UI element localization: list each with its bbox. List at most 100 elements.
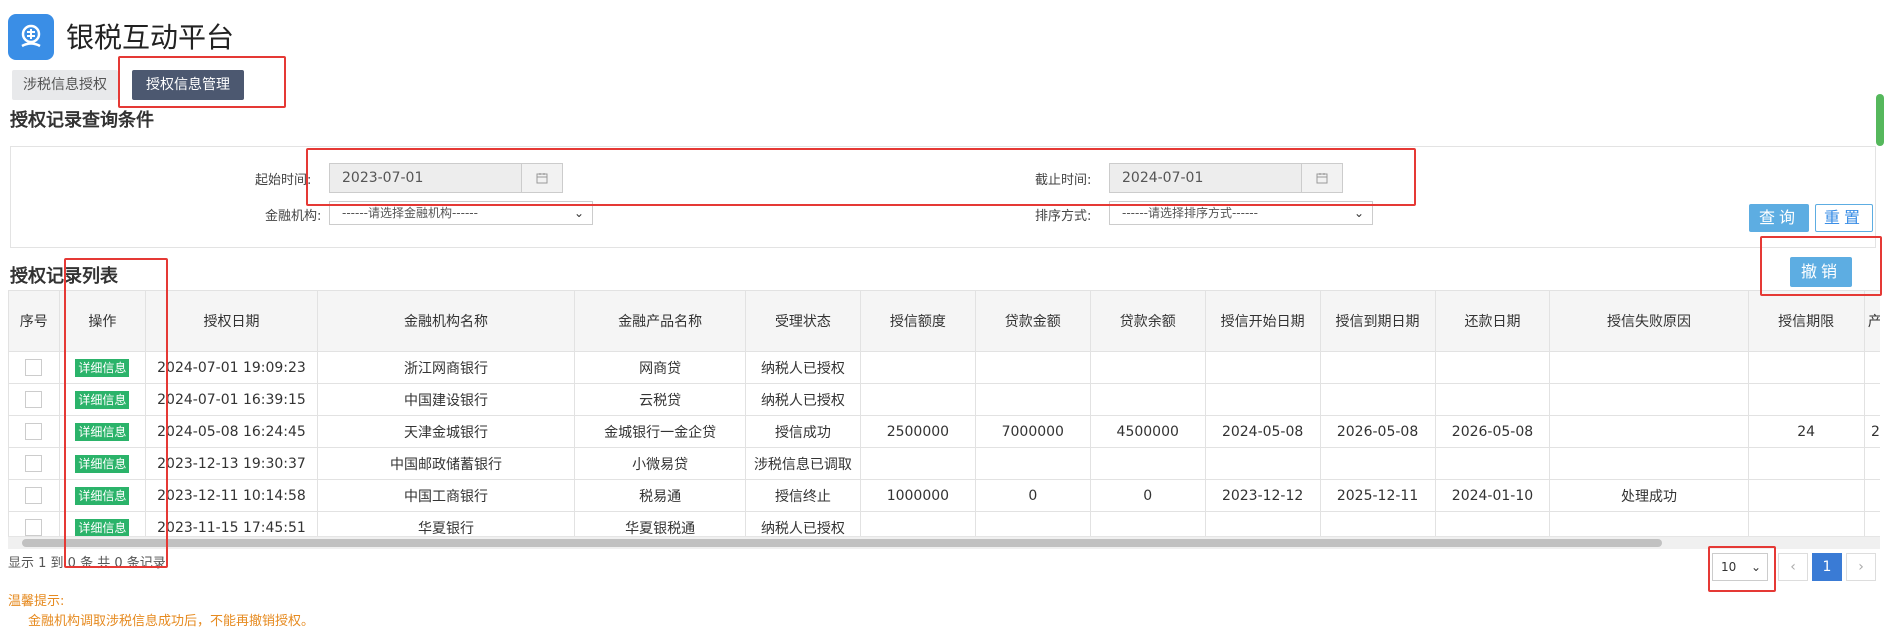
table-cell: 1000000 <box>859 479 976 512</box>
end-time-input[interactable]: 2024-07-01 <box>1109 163 1343 193</box>
table-cell: 4500000 <box>1089 415 1206 448</box>
detail-info-button[interactable]: 详细信息 <box>75 390 130 409</box>
row-checkbox[interactable] <box>25 391 43 408</box>
col-header-auth-date[interactable]: 授权日期 <box>145 290 318 352</box>
col-header-credit-start[interactable]: 授信开始日期 <box>1204 290 1321 352</box>
start-time-value: 2023-07-01 <box>342 170 424 186</box>
pagination-info: 显示 1 到 0 条 共 0 条记录 <box>8 556 166 571</box>
scrollbar-thumb[interactable] <box>1876 94 1884 146</box>
table-cell: 中国建设银行 <box>316 383 576 416</box>
table-row: 详细信息 2023-12-11 10:14:58 中国工商银行 税易通 授信终止 1000… <box>8 479 1880 512</box>
page-1-button[interactable]: 1 <box>1812 553 1842 581</box>
sort-label: 排序方式: <box>1035 209 1092 224</box>
detail-info-button[interactable]: 详细信息 <box>75 422 130 441</box>
detail-info-button[interactable]: 详细信息 <box>75 486 130 505</box>
table-cell: 天津金城银行 <box>316 415 576 448</box>
table-cell <box>1434 351 1551 384</box>
table-row: 详细信息 2024-05-08 16:24:45 天津金城银行 金城银行一金企贷 授信成… <box>8 415 1880 448</box>
table-cell: 授信成功 <box>744 415 861 448</box>
authorization-table-container: 序号 操作 授权日期 金融机构名称 金融产品名称 受理状态 授信额度 贷款金额 … <box>8 290 1880 540</box>
col-header-first-loan[interactable]: 产品首贷 <box>1863 290 1880 352</box>
tips-text: 金融机构调取涉税信息成功后，不能再撤销授权。 <box>28 614 315 629</box>
table-cell <box>859 351 976 384</box>
row-checkbox[interactable] <box>25 455 43 472</box>
col-header-credit-term[interactable]: 授信期限 <box>1747 290 1865 352</box>
list-section-title: 授权记录列表 <box>10 266 118 287</box>
row-checkbox[interactable] <box>25 519 43 536</box>
table-cell: 浙江网商银行 <box>316 351 576 384</box>
row-checkbox[interactable] <box>25 487 43 504</box>
table-cell <box>1863 479 1880 512</box>
table-cell <box>1434 447 1551 480</box>
app-title: 银税互动平台 <box>66 21 235 54</box>
scrollbar-thumb[interactable] <box>22 539 1662 547</box>
table-cell <box>859 383 976 416</box>
query-panel: 起始时间: 2023-07-01 金融机构: ------请选择金融机构----… <box>10 146 1876 248</box>
table-cell <box>1863 447 1880 480</box>
authorization-table: 序号 操作 授权日期 金融机构名称 金融产品名称 受理状态 授信额度 贷款金额 … <box>8 290 1880 540</box>
reset-button[interactable]: 重置 <box>1815 204 1873 232</box>
page-size-select[interactable]: 10 ⌄ <box>1712 553 1768 581</box>
chevron-down-icon: ⌄ <box>573 206 584 220</box>
table-cell: 2500000 <box>859 415 976 448</box>
institution-select[interactable]: ------请选择金融机构------ ⌄ <box>329 201 593 225</box>
col-header-fail-reason[interactable]: 授信失败原因 <box>1549 290 1749 352</box>
detail-info-button[interactable]: 详细信息 <box>75 518 130 537</box>
col-header-product[interactable]: 金融产品名称 <box>574 290 746 352</box>
table-cell <box>1549 383 1749 416</box>
row-checkbox[interactable] <box>25 359 43 376</box>
calendar-icon[interactable] <box>1301 164 1342 192</box>
calendar-icon[interactable] <box>521 164 562 192</box>
table-row: 详细信息 2024-07-01 19:09:23 浙江网商银行 网商贷 纳税人已授权 <box>8 351 1880 384</box>
query-section-title: 授权记录查询条件 <box>10 110 154 131</box>
search-button[interactable]: 查询 <box>1749 204 1809 232</box>
horizontal-scrollbar[interactable] <box>8 536 1880 549</box>
row-action-cell: 详细信息 <box>58 415 147 448</box>
table-cell: 中国邮政储蓄银行 <box>316 447 576 480</box>
col-header-institution[interactable]: 金融机构名称 <box>316 290 576 352</box>
table-cell <box>1319 447 1436 480</box>
detail-info-button[interactable]: 详细信息 <box>75 454 130 473</box>
table-cell: 2024-05-08 16:24:45 <box>145 415 318 448</box>
table-cell: 2024-05-08 <box>1204 415 1321 448</box>
table-cell <box>1319 383 1436 416</box>
table-cell <box>974 447 1091 480</box>
table-cell: 税易通 <box>574 479 746 512</box>
col-header-credit-end[interactable]: 授信到期日期 <box>1319 290 1436 352</box>
tab-authorization-management[interactable]: 授权信息管理 <box>132 70 244 100</box>
row-select-cell <box>8 351 60 384</box>
row-checkbox[interactable] <box>25 423 43 440</box>
table-cell: 纳税人已授权 <box>744 351 861 384</box>
table-cell <box>1863 383 1880 416</box>
table-cell: 云税贷 <box>574 383 746 416</box>
institution-label: 金融机构: <box>265 209 322 224</box>
page: 银税互动平台 涉税信息授权 授权信息管理 授权记录查询条件 起始时间: 2023… <box>0 0 1886 632</box>
vertical-scrollbar[interactable] <box>1874 90 1886 150</box>
col-header-repay-date[interactable]: 还款日期 <box>1434 290 1551 352</box>
detail-info-button[interactable]: 详细信息 <box>75 358 130 377</box>
table-cell: 2024-01-10 <box>1434 479 1551 512</box>
col-header-credit-limit[interactable]: 授信额度 <box>859 290 976 352</box>
table-cell: 2024-07-01 19:09:23 <box>145 351 318 384</box>
table-cell: 中国工商银行 <box>316 479 576 512</box>
start-time-input[interactable]: 2023-07-01 <box>329 163 563 193</box>
institution-selected: ------请选择金融机构------ <box>342 206 478 220</box>
prev-page-button[interactable]: ‹ <box>1778 553 1808 581</box>
row-action-cell: 详细信息 <box>58 351 147 384</box>
tips-title: 温馨提示: <box>8 594 65 609</box>
revoke-button[interactable]: 撤销 <box>1790 257 1852 287</box>
table-cell <box>1549 447 1749 480</box>
col-header-loan-amount[interactable]: 贷款金额 <box>974 290 1091 352</box>
chevron-down-icon: ⌄ <box>1353 206 1364 220</box>
table-cell <box>1319 351 1436 384</box>
col-header-status[interactable]: 受理状态 <box>744 290 861 352</box>
sort-selected: ------请选择排序方式------ <box>1122 206 1258 220</box>
col-header-loan-balance[interactable]: 贷款余额 <box>1089 290 1206 352</box>
next-page-button[interactable]: › <box>1846 553 1876 581</box>
tab-tax-info-authorization[interactable]: 涉税信息授权 <box>12 70 118 100</box>
table-cell <box>1863 351 1880 384</box>
table-cell <box>1747 479 1865 512</box>
sort-select[interactable]: ------请选择排序方式------ ⌄ <box>1109 201 1373 225</box>
table-cell <box>1549 351 1749 384</box>
table-cell: 24 <box>1747 415 1865 448</box>
